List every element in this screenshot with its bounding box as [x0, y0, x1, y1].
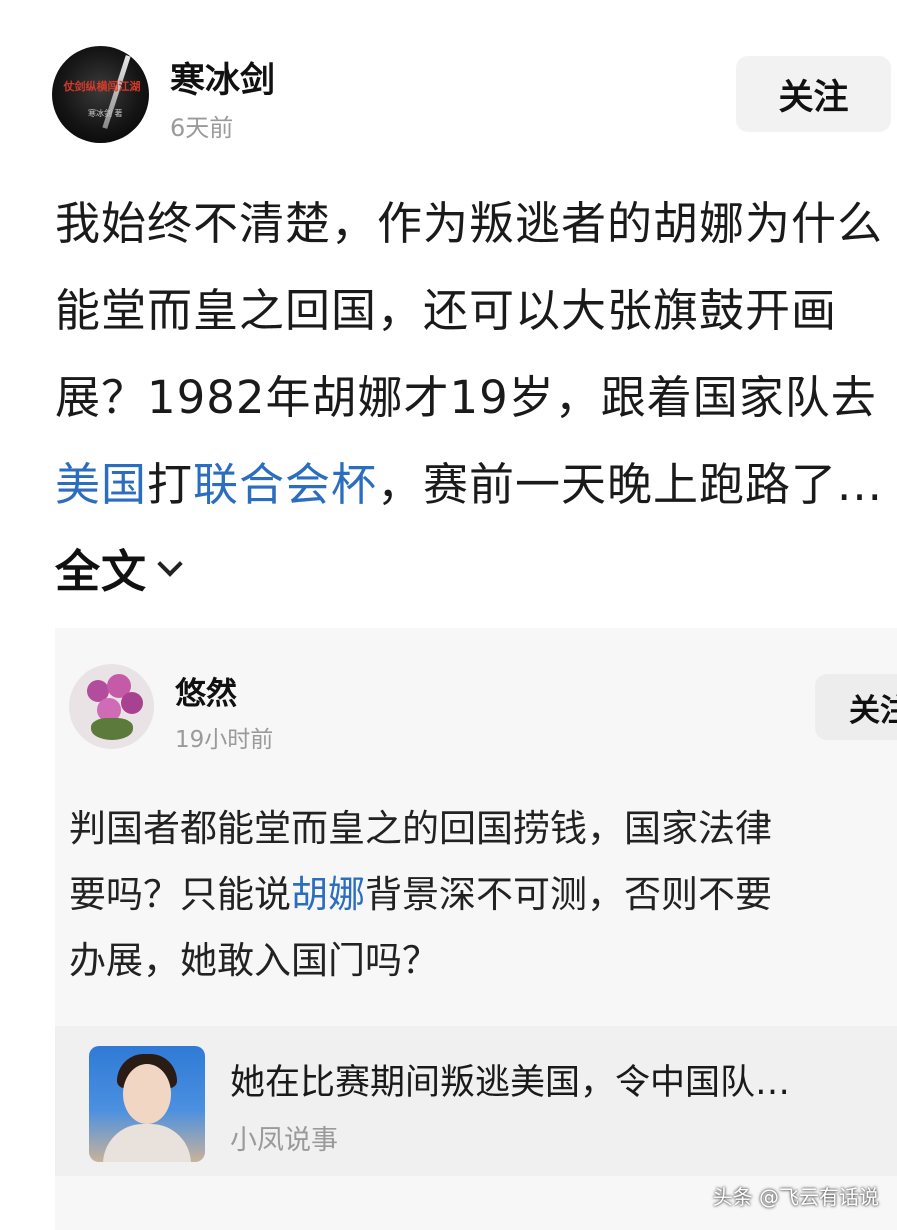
post-body: 我始终不清楚，作为叛逃者的胡娜为什么能堂而皇之回国，还可以大张旗鼓开画展？198… — [55, 180, 885, 615]
topic-link-federation-cup[interactable]: 联合会杯 — [193, 458, 377, 511]
topic-link-usa[interactable]: 美国 — [55, 458, 147, 511]
referenced-article-card[interactable]: 她在比赛期间叛逃美国，令中国队… 小凤说事 — [55, 1026, 897, 1176]
author-avatar[interactable]: 仗剑纵横闯江湖 寒冰剑 著 — [52, 46, 149, 143]
author-name[interactable]: 寒冰剑 — [170, 52, 275, 103]
post-text: ，赛前一天晚上跑路了... — [377, 458, 883, 511]
expand-label: 全文 — [55, 545, 148, 598]
topic-link-huna[interactable]: 胡娜 — [291, 873, 365, 916]
quoted-post-card[interactable]: 悠然 19小时前 关注 判国者都能堂而皇之的回国捞钱，国家法律 要吗？只能说胡娜… — [55, 628, 897, 1230]
expand-full-text-button[interactable]: 全文 — [55, 545, 183, 598]
quote-author-avatar[interactable] — [69, 664, 154, 749]
article-title: 她在比赛期间叛逃美国，令中国队… — [230, 1063, 791, 1103]
follow-button[interactable]: 关注 — [736, 56, 891, 132]
leaf-icon — [91, 718, 133, 740]
flower-icon — [121, 692, 143, 714]
post-time: 6天前 — [170, 114, 234, 142]
quote-body: 判国者都能堂而皇之的回国捞钱，国家法律 要吗？只能说胡娜背景深不可测，否则不要 … — [69, 796, 897, 994]
post-text: 打 — [147, 458, 194, 511]
chevron-down-icon — [157, 551, 183, 577]
thumbnail-face — [123, 1064, 171, 1124]
quote-author-name[interactable]: 悠然 — [175, 668, 237, 713]
quote-text: 要吗？只能说 — [69, 873, 291, 916]
quote-line: 判国者都能堂而皇之的回国捞钱，国家法律 — [69, 807, 772, 850]
post-text: 我始终不清楚，作为叛逃者的胡娜为什么能堂而皇之回国，还可以大张旗鼓开画展？198… — [55, 197, 884, 424]
page: 仗剑纵横闯江湖 寒冰剑 著 寒冰剑 6天前 关注 我始终不清楚，作为叛逃者的胡娜… — [0, 0, 897, 1230]
quote-line: 办展，她敢入国门吗？ — [69, 939, 439, 982]
quote-text: 背景深不可测，否则不要 — [365, 873, 772, 916]
quote-line: 要吗？只能说胡娜背景深不可测，否则不要 — [69, 862, 897, 928]
avatar-sub-text: 寒冰剑 著 — [88, 109, 123, 118]
quote-time: 19小时前 — [175, 727, 274, 753]
avatar-banner-text: 仗剑纵横闯江湖 — [63, 80, 141, 93]
watermark: 头条 @飞云有话说 — [712, 1185, 879, 1209]
quote-follow-button[interactable]: 关注 — [815, 674, 897, 740]
article-thumbnail — [89, 1046, 205, 1162]
thumbnail-dress — [103, 1124, 191, 1162]
article-source: 小凤说事 — [230, 1125, 338, 1156]
